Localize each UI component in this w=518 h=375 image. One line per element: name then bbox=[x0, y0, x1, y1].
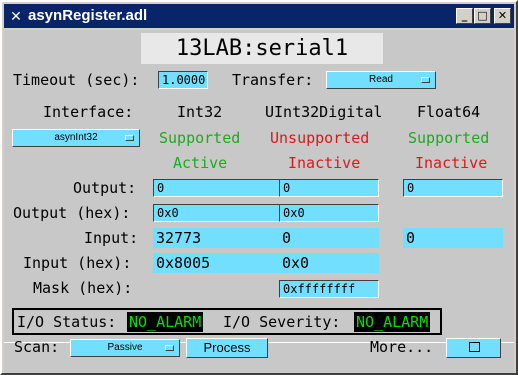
menu-indicator-icon bbox=[125, 135, 134, 141]
uint32-support: Unsupported bbox=[270, 129, 370, 147]
more-label: More... bbox=[370, 338, 434, 356]
transfer-value: Read bbox=[369, 74, 393, 85]
app-icon: ✕ bbox=[10, 8, 22, 24]
process-button[interactable]: Process bbox=[186, 338, 268, 358]
app-window: ✕ asynRegister.adl _ □ ✕ 13LAB:serial1 T… bbox=[0, 0, 518, 375]
close-icon: ✕ bbox=[497, 9, 508, 22]
uint32-input-hex-readback: 0x0 bbox=[279, 253, 379, 273]
main-panel: 13LAB:serial1 Timeout (sec): 1.0000 Tran… bbox=[4, 30, 514, 373]
transfer-menu[interactable]: Read bbox=[326, 71, 436, 89]
output-hex-label: Output (hex): bbox=[13, 204, 131, 222]
title-bar[interactable]: ✕ asynRegister.adl _ □ ✕ bbox=[4, 4, 514, 28]
uint32-output-input[interactable]: 0 bbox=[279, 179, 379, 197]
interface-value: asynInt32 bbox=[54, 132, 98, 143]
int32-output-hex-input[interactable]: 0x0 bbox=[153, 204, 280, 222]
io-severity-value: NO_ALARM bbox=[354, 312, 431, 332]
timeout-input[interactable]: 1.0000 bbox=[158, 71, 208, 89]
int32-support: Supported bbox=[159, 129, 241, 147]
input-label: Input: bbox=[84, 229, 139, 247]
timeout-label: Timeout (sec): bbox=[13, 71, 140, 89]
interface-menu[interactable]: asynInt32 bbox=[12, 129, 140, 147]
maximize-icon: □ bbox=[477, 9, 488, 22]
scan-menu[interactable]: Passive bbox=[70, 339, 180, 357]
float64-support: Supported bbox=[408, 129, 490, 147]
int32-input-hex-readback: 0x8005 bbox=[153, 253, 280, 273]
float64-input-readback: 0 bbox=[403, 228, 503, 248]
window-title: asynRegister.adl bbox=[28, 7, 148, 24]
int32-input-readback: 32773 bbox=[153, 228, 280, 248]
maximize-button[interactable]: □ bbox=[474, 8, 491, 24]
int32-state: Active bbox=[173, 154, 228, 172]
transfer-label: Transfer: bbox=[232, 71, 314, 89]
scan-label: Scan: bbox=[14, 338, 60, 356]
column-uint32digital: UInt32Digital bbox=[265, 103, 383, 121]
uint32-output-hex-input[interactable]: 0x0 bbox=[279, 204, 379, 222]
mask-hex-label: Mask (hex): bbox=[33, 279, 133, 297]
input-hex-label: Input (hex): bbox=[23, 254, 132, 272]
float64-output-input[interactable]: 0 bbox=[403, 179, 503, 197]
uint32-input-readback: 0 bbox=[279, 228, 379, 248]
int32-output-input[interactable]: 0 bbox=[153, 179, 280, 197]
io-status-label: I/O Status: bbox=[17, 313, 117, 331]
interface-label: Interface: bbox=[43, 103, 134, 121]
scan-value: Passive bbox=[107, 342, 143, 353]
column-float64: Float64 bbox=[417, 103, 481, 121]
output-label: Output: bbox=[73, 179, 137, 197]
menu-indicator-icon bbox=[421, 77, 430, 83]
device-name: 13LAB:serial1 bbox=[141, 33, 383, 64]
minimize-button[interactable]: _ bbox=[456, 8, 473, 24]
uint32-mask-input[interactable]: 0xffffffff bbox=[279, 280, 379, 298]
io-severity-label: I/O Severity: bbox=[223, 313, 341, 331]
minimize-icon: _ bbox=[461, 9, 468, 22]
close-button[interactable]: ✕ bbox=[494, 8, 511, 24]
uint32-state: Inactive bbox=[288, 154, 361, 172]
io-status-value: NO_ALARM bbox=[127, 312, 204, 332]
io-status-box: I/O Status: NO_ALARM I/O Severity: NO_AL… bbox=[12, 308, 442, 335]
column-int32: Int32 bbox=[177, 103, 223, 121]
more-button[interactable] bbox=[446, 338, 501, 358]
float64-state: Inactive bbox=[415, 154, 488, 172]
related-display-icon bbox=[469, 342, 480, 352]
menu-indicator-icon bbox=[165, 345, 174, 351]
